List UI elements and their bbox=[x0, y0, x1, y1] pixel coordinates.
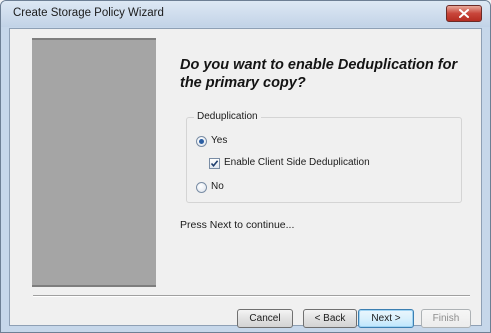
wizard-window: Create Storage Policy Wizard Do you want… bbox=[0, 0, 491, 333]
cancel-button[interactable]: Cancel bbox=[237, 309, 293, 328]
radio-yes[interactable] bbox=[196, 136, 207, 147]
back-button[interactable]: < Back bbox=[303, 309, 357, 328]
close-button[interactable] bbox=[446, 5, 482, 22]
title-bar[interactable]: Create Storage Policy Wizard bbox=[1, 1, 490, 27]
checkmark-icon bbox=[210, 160, 219, 168]
deduplication-group-label: Deduplication bbox=[194, 111, 261, 122]
radio-selected-dot bbox=[199, 139, 204, 144]
next-button[interactable]: Next > bbox=[358, 309, 414, 328]
footer-separator bbox=[33, 295, 470, 297]
radio-yes-label[interactable]: Yes bbox=[211, 135, 227, 146]
continue-instruction: Press Next to continue... bbox=[180, 219, 295, 231]
window-title: Create Storage Policy Wizard bbox=[13, 7, 164, 19]
enable-client-side-dedup-label[interactable]: Enable Client Side Deduplication bbox=[224, 157, 370, 168]
finish-button[interactable]: Finish bbox=[421, 309, 471, 328]
page-question: Do you want to enable Deduplication for … bbox=[180, 57, 458, 91]
enable-client-side-dedup-checkbox[interactable] bbox=[209, 158, 220, 169]
radio-no[interactable] bbox=[196, 182, 207, 193]
radio-no-label[interactable]: No bbox=[211, 181, 224, 192]
close-icon bbox=[459, 9, 469, 18]
wizard-content: Do you want to enable Deduplication for … bbox=[9, 28, 482, 328]
wizard-side-image bbox=[32, 38, 156, 287]
